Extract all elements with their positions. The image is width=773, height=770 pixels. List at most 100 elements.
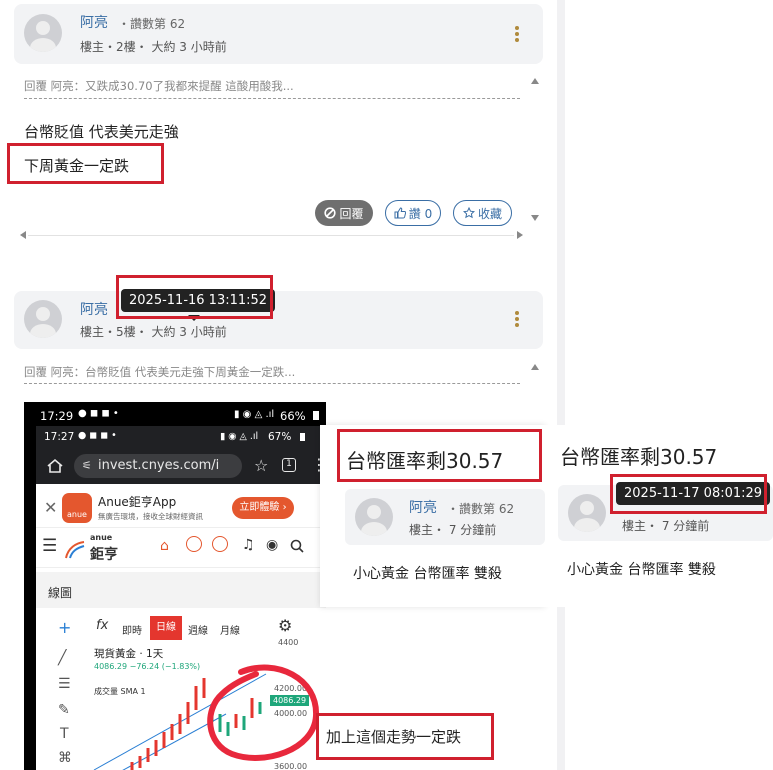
- post-meta: 樓主・ 7 分鐘前: [409, 523, 497, 537]
- more-options-icon[interactable]: [515, 26, 519, 42]
- reply-quote: 回覆 阿亮：又跌成30.70了我都來提醒 這酸用酸我...: [24, 79, 294, 93]
- battery-level: 67%: [268, 431, 292, 443]
- fans-rank: ・讚數第 62: [118, 17, 186, 31]
- app-banner[interactable]: ✕ anue Anue鉅亨App 無廣告環境，接收全球財經資訊 立即體驗 ›: [36, 488, 326, 528]
- star-icon: [462, 207, 475, 219]
- quote-divider: [24, 383, 520, 384]
- site-header: ☰ anue 鉅亨 ⌂ ♫ ◉: [36, 528, 326, 568]
- username-link[interactable]: 阿亮: [80, 299, 108, 319]
- notification-icons: ● ◼ ◼ •: [78, 430, 117, 441]
- attached-screenshot[interactable]: 17:29 ● ◼ ◼ • ▮ ◉ ◬ .ıl 66% 17:27 ● ◼ ◼ …: [24, 402, 326, 770]
- nav-icon-news[interactable]: ⌂: [160, 538, 169, 554]
- price-chart: ╱ ☰ ✎ T ⌘ 現貨黃金 · 1天 4086.29 −76.24 (−1.8…: [36, 638, 326, 770]
- tab-count-icon[interactable]: 1: [282, 458, 296, 472]
- post-body: 小心黃金 台幣匯率 雙殺: [567, 562, 716, 578]
- thumbs-up-icon: [394, 207, 406, 219]
- like-label: 讚 0: [408, 206, 433, 221]
- clock: 17:27: [44, 431, 75, 443]
- home-icon[interactable]: [46, 458, 64, 474]
- reply-quote: 回覆 阿亮：台幣貶值 代表美元走強下周黃金一定跌...: [24, 365, 296, 379]
- annotation-text: 加上這個走勢一定跌: [326, 728, 462, 746]
- like-button[interactable]: 讚 0: [385, 200, 441, 226]
- bell-icon[interactable]: ♫: [242, 537, 255, 553]
- crosshair-icon[interactable]: +: [58, 618, 71, 637]
- hamburger-menu-icon[interactable]: ☰: [42, 536, 57, 556]
- browser-toolbar: ⚟ invest.cnyes.com/i ☆ 1 ⋮: [36, 448, 326, 484]
- close-icon[interactable]: ✕: [44, 498, 57, 517]
- nav-icon-market[interactable]: [186, 536, 202, 552]
- comment-text: 下周黃金一定跌: [24, 157, 130, 175]
- nav-icon-fund[interactable]: [212, 536, 228, 552]
- avatar[interactable]: [24, 300, 62, 338]
- function-icon[interactable]: fx: [96, 618, 108, 633]
- notification-icons: ● ◼ ◼ •: [78, 408, 119, 419]
- battery-level: 66%: [280, 409, 306, 423]
- app-logo-text: anue: [67, 510, 87, 519]
- avatar[interactable]: [568, 494, 606, 532]
- favorite-button[interactable]: 收藏: [453, 200, 512, 226]
- tab-realtime[interactable]: 即時: [122, 622, 142, 637]
- url-text: invest.cnyes.com/i: [98, 458, 220, 473]
- post-body: 小心黃金 台幣匯率 雙殺: [353, 566, 502, 582]
- favorite-label: 收藏: [477, 206, 502, 221]
- column-divider: [557, 0, 565, 770]
- site-settings-icon[interactable]: ⚟: [82, 454, 92, 478]
- block-icon: [324, 207, 337, 219]
- post-meta: 樓主・ 7 分鐘前: [622, 519, 710, 533]
- highlight-box: [610, 474, 767, 514]
- open-app-button[interactable]: 立即體驗 ›: [232, 497, 294, 519]
- scroll-left-icon[interactable]: [20, 231, 26, 239]
- comment-meta: 樓主・2樓・ 大約 3 小時前: [80, 40, 227, 54]
- highlight-box: [116, 275, 273, 319]
- scroll-up-icon[interactable]: [531, 78, 539, 84]
- user-icon[interactable]: ◉: [266, 537, 278, 553]
- scroll-right-icon[interactable]: [517, 231, 523, 239]
- app-name: Anue鉅亨App: [98, 495, 177, 509]
- clock: 17:29: [40, 409, 74, 423]
- username-link[interactable]: 阿亮: [409, 497, 437, 517]
- brand-name[interactable]: 鉅亨: [90, 544, 118, 564]
- scroll-down-icon[interactable]: [531, 215, 539, 221]
- url-bar[interactable]: ⚟ invest.cnyes.com/i: [74, 454, 242, 478]
- fans-rank: ・讚數第 62: [447, 502, 515, 516]
- more-options-icon[interactable]: [515, 311, 519, 327]
- section-header: 線圖: [36, 572, 326, 608]
- post-author-card: 阿亮 ・讚數第 62 樓主・ 7 分鐘前: [345, 489, 545, 545]
- signal-icons: ▮ ◉ ◬ .ıl: [220, 431, 259, 442]
- app-subtitle: 無廣告環境，接收全球財經資訊: [98, 512, 203, 521]
- horizontal-scrollbar[interactable]: [28, 235, 514, 236]
- bookmark-star-icon[interactable]: ☆: [254, 456, 268, 475]
- browser-screenshot: 17:27 ● ◼ ◼ • ▮ ◉ ◬ .ıl 67% ⚟ invest.cny…: [36, 426, 326, 770]
- app-logo: anue: [62, 493, 92, 523]
- avatar[interactable]: [355, 498, 393, 536]
- avatar[interactable]: [24, 14, 62, 52]
- forum-page: 阿亮 ・讚數第 62 樓主・2樓・ 大約 3 小時前 回覆 阿亮：又跌成30.7…: [0, 0, 773, 770]
- comment-header: 阿亮 樓主・5樓・ 大約 3 小時前: [14, 291, 543, 349]
- quoted-post-right: 台幣匯率剩30.57 樓主・ 7 分鐘前 小心黃金 台幣匯率 雙殺: [545, 425, 773, 607]
- tab-weekly[interactable]: 週線: [188, 622, 208, 637]
- brand-logo-icon: [65, 541, 85, 559]
- comment-text: 台幣貶值 代表美元走強: [24, 123, 179, 141]
- battery-icon: [300, 433, 305, 441]
- tab-daily[interactable]: 日線: [150, 616, 182, 640]
- scroll-up-icon[interactable]: [531, 364, 539, 370]
- quote-divider: [24, 98, 520, 99]
- status-bar: 17:29 ● ◼ ◼ • ▮ ◉ ◬ .ıl 66%: [24, 402, 326, 426]
- signal-icons: ▮ ◉ ◬ .ıl: [234, 409, 275, 420]
- open-app-label: 立即體驗: [239, 502, 280, 513]
- inner-status-bar: 17:27 ● ◼ ◼ • ▮ ◉ ◬ .ıl 67%: [36, 426, 326, 448]
- username-link[interactable]: 阿亮: [80, 12, 108, 32]
- right-column: [565, 0, 773, 430]
- comment-meta: 樓主・5樓・ 大約 3 小時前: [80, 325, 227, 339]
- brand-top: anue: [90, 533, 113, 542]
- gear-icon[interactable]: ⚙: [278, 616, 292, 635]
- comment-header: 阿亮 ・讚數第 62 樓主・2樓・ 大約 3 小時前: [14, 4, 543, 64]
- post-title: 台幣匯率剩30.57: [560, 445, 718, 469]
- search-icon[interactable]: [290, 539, 304, 553]
- battery-icon: [313, 411, 319, 420]
- candlestick-plot: [93, 664, 320, 770]
- section-title: 線圖: [48, 586, 73, 600]
- tab-monthly[interactable]: 月線: [220, 622, 240, 637]
- reply-label: 回覆: [339, 206, 364, 221]
- reply-button[interactable]: 回覆: [315, 200, 373, 226]
